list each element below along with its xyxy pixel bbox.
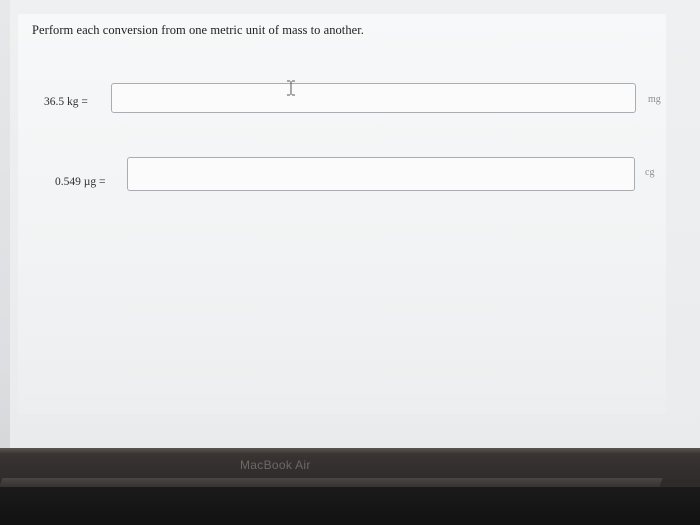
brand-label: MacBook Air [240, 458, 311, 472]
instruction-text: Perform each conversion from one metric … [32, 23, 364, 37]
laptop-base [0, 487, 700, 525]
question-panel [18, 14, 666, 414]
monitor: Perform each conversion from one metric … [0, 0, 700, 525]
problem-2-answer-input[interactable] [127, 157, 635, 191]
problem-2-label: 0.549 µg = [55, 176, 106, 188]
problem-2-unit: cg [645, 167, 655, 178]
problem-1-answer-input[interactable] [111, 83, 636, 113]
text-cursor-icon [287, 80, 295, 96]
problem-1-unit: mg [648, 94, 661, 105]
problem-1-label: 36.5 kg = [44, 96, 88, 108]
bezel-highlight [0, 448, 700, 454]
